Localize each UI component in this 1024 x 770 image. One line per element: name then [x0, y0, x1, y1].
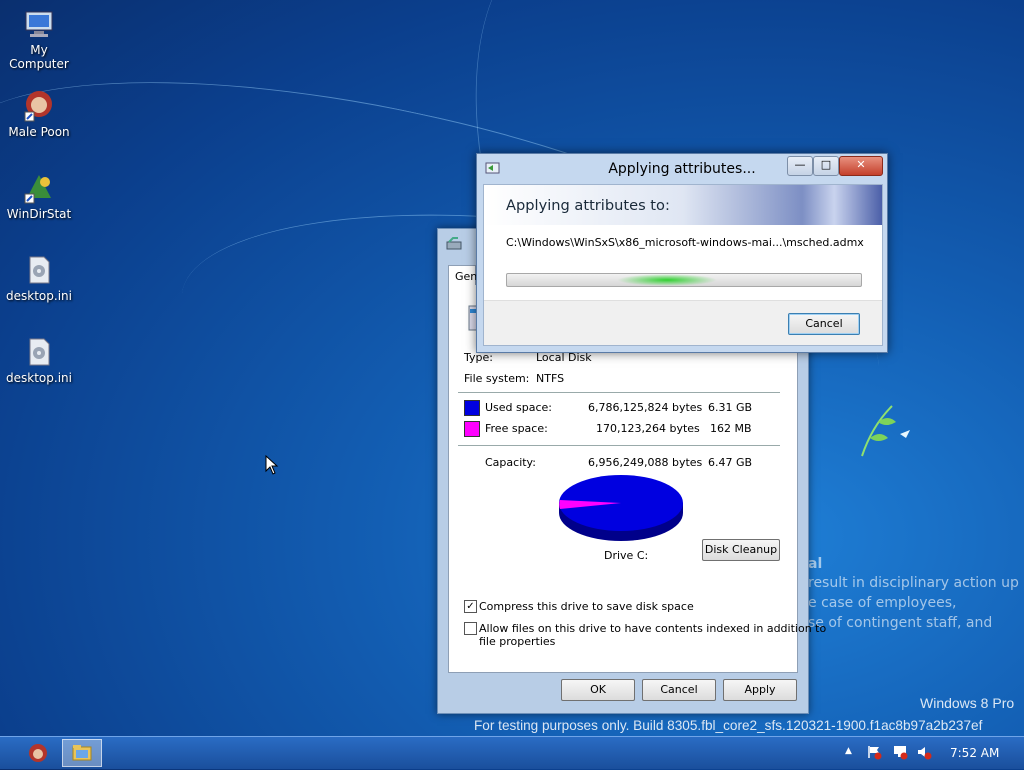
build-watermark: For testing purposes only. Build 8305.fb…	[474, 718, 983, 733]
folder-icon	[72, 745, 92, 761]
separator	[458, 392, 780, 393]
minimize-icon: —	[794, 158, 806, 171]
user-shortcut-icon	[23, 90, 55, 122]
maximize-icon: □	[820, 158, 832, 171]
ini-file-icon	[23, 336, 55, 368]
system-clock[interactable]: 7:52 AM	[950, 746, 999, 760]
compress-checkbox[interactable]: ✓	[464, 600, 477, 613]
capacity-label: Capacity:	[485, 456, 536, 469]
current-file-path: C:\Windows\WinSxS\x86_microsoft-windows-…	[506, 236, 864, 249]
windirstat-icon	[23, 172, 55, 204]
volume-muted-icon[interactable]	[916, 744, 932, 763]
desktop-icon-my-computer[interactable]: My Computer	[0, 2, 78, 71]
tab-general[interactable]: Gen	[448, 265, 477, 285]
apply-button[interactable]: Apply	[723, 679, 797, 701]
applying-attributes-dialog: Applying attributes... — □ ✕ Applying at…	[476, 153, 888, 353]
used-space-gb: 6.31 GB	[708, 401, 753, 414]
file-system-value: NTFS	[536, 372, 565, 385]
close-button[interactable]: ✕	[839, 156, 883, 176]
desktop-icon-desktop-ini[interactable]: desktop.ini	[0, 330, 78, 385]
desktop-icon-desktop-ini[interactable]: desktop.ini	[0, 248, 78, 303]
desktop-icon-windirstat[interactable]: WinDirStat	[0, 166, 78, 221]
disk-cleanup-button[interactable]: Disk Cleanup	[702, 539, 780, 561]
edition-watermark: Windows 8 Pro	[920, 695, 1015, 711]
dialog-footer: Cancel	[484, 300, 882, 345]
overlay-text-line: e case of employees,	[808, 595, 957, 611]
desktop-icon-male-poon[interactable]: Male Poon	[0, 84, 78, 139]
desktop-icon-label: desktop.ini	[6, 371, 72, 385]
desktop-icon-label: desktop.ini	[6, 289, 72, 303]
separator	[458, 445, 780, 446]
desktop-icon-label: Male Poon	[8, 125, 70, 139]
ok-button[interactable]: OK	[561, 679, 635, 701]
overlay-text-line: result in disciplinary action up	[808, 575, 1019, 591]
used-space-swatch	[464, 400, 480, 416]
network-icon[interactable]	[892, 744, 908, 763]
taskbar: ▲ 7:52 AM	[0, 736, 1024, 769]
free-space-mb: 162 MB	[710, 422, 752, 435]
compress-label: Compress this drive to save disk space	[479, 600, 694, 613]
tray-overflow-arrow[interactable]: ▲	[845, 746, 852, 756]
maximize-button[interactable]: □	[813, 156, 839, 176]
dialog-heading: Applying attributes to:	[506, 197, 670, 214]
capacity-bytes: 6,956,249,088 bytes	[588, 456, 703, 469]
user-app-icon	[29, 744, 47, 762]
bird-decoration	[852, 396, 912, 466]
mouse-cursor	[265, 454, 279, 478]
used-space-label: Used space:	[485, 401, 553, 414]
desktop-icon-label: My Computer	[9, 43, 69, 71]
used-space-bytes: 6,786,125,824 bytes	[588, 401, 703, 414]
capacity-gb: 6.47 GB	[708, 456, 753, 469]
action-center-flag-icon[interactable]	[866, 744, 882, 763]
drive-label: Drive C:	[604, 549, 649, 562]
minimize-button[interactable]: —	[787, 156, 813, 176]
progress-bar	[506, 273, 862, 287]
taskbar-file-explorer[interactable]	[62, 739, 102, 767]
file-system-label: File system:	[464, 372, 530, 385]
free-space-swatch	[464, 421, 480, 437]
free-space-bytes: 170,123,264 bytes	[596, 422, 700, 435]
overlay-text-line: se of contingent staff, and	[808, 615, 993, 631]
properties-title-icon	[446, 237, 462, 254]
cancel-apply-button[interactable]: Cancel	[788, 313, 860, 335]
cancel-button[interactable]: Cancel	[642, 679, 716, 701]
index-label-line1: Allow files on this drive to have conten…	[479, 622, 827, 635]
close-icon: ✕	[856, 158, 866, 171]
disk-usage-pie	[559, 475, 683, 541]
taskbar-app-user[interactable]	[20, 739, 56, 767]
computer-icon	[23, 8, 55, 40]
dialog-banner: Applying attributes to:	[484, 185, 882, 225]
dialog-body: Applying attributes to: C:\Windows\WinSx…	[483, 184, 883, 346]
free-space-label: Free space:	[485, 422, 548, 435]
ini-file-icon	[23, 254, 55, 286]
desktop-icon-label: WinDirStat	[6, 207, 72, 221]
progress-bar-glow	[617, 274, 717, 286]
index-checkbox[interactable]	[464, 622, 477, 635]
overlay-text-line: al	[808, 556, 823, 572]
index-label-line2: file properties	[479, 635, 556, 648]
